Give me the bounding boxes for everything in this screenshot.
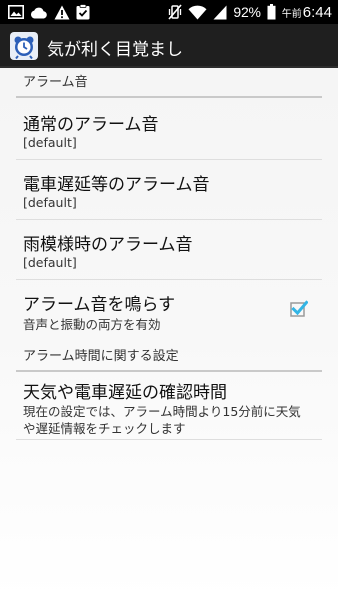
section-header-alarm-time: アラーム時間に関する設定: [16, 342, 322, 372]
pref-title: 通常のアラーム音: [23, 115, 159, 135]
section-header-label: アラーム音: [23, 75, 88, 90]
pref-title: 天気や電車遅延の確認時間: [23, 383, 227, 403]
play-alarm-checkbox[interactable]: [290, 300, 308, 318]
wifi-icon: [188, 5, 207, 20]
battery-level: 92%: [233, 4, 261, 20]
pref-play-alarm-sound[interactable]: アラーム音を鳴らす 音声と振動の両方を有効: [16, 280, 322, 342]
action-bar: 気が利く目覚まし: [0, 24, 338, 68]
battery-icon: [267, 4, 276, 20]
system-indicators: 92% 午前 6:44: [168, 3, 332, 21]
pref-summary: 現在の設定では、アラーム時間より15分前に天気や遅延情報をチェックします: [23, 404, 301, 436]
pref-title: アラーム音を鳴らす: [23, 295, 176, 315]
pref-train-delay-alarm-sound[interactable]: 電車遅延等のアラーム音 [default]: [16, 160, 322, 220]
app-alarm-clock-icon[interactable]: [10, 32, 38, 60]
pref-summary: [default]: [23, 135, 77, 150]
section-header-alarm-sound: アラーム音: [16, 68, 322, 98]
clock: 午前 6:44: [282, 4, 332, 21]
status-bar: 92% 午前 6:44: [0, 0, 338, 24]
clock-ampm: 午前: [281, 8, 302, 20]
pref-rainy-alarm-sound[interactable]: 雨模様時のアラーム音 [default]: [16, 220, 322, 280]
vibrate-off-icon: [168, 4, 182, 20]
pref-summary: [default]: [23, 255, 77, 270]
app-title: 気が利く目覚まし: [47, 40, 183, 60]
warning-icon: [54, 5, 70, 19]
pref-normal-alarm-sound[interactable]: 通常のアラーム音 [default]: [16, 100, 322, 160]
pref-title: 雨模様時のアラーム音: [23, 235, 193, 255]
image-icon: [8, 5, 24, 19]
signal-icon: [213, 5, 227, 19]
pref-check-time[interactable]: 天気や電車遅延の確認時間 現在の設定では、アラーム時間より15分前に天気や遅延情…: [16, 372, 322, 440]
clipboard-check-icon: [76, 4, 90, 20]
pref-summary: 音声と振動の両方を有効: [23, 317, 161, 332]
notification-icons: [8, 4, 90, 20]
pref-summary: [default]: [23, 195, 77, 210]
cloud-icon: [30, 7, 47, 18]
clock-time: 6:44: [302, 3, 332, 21]
pref-title: 電車遅延等のアラーム音: [23, 175, 210, 195]
section-header-label: アラーム時間に関する設定: [23, 349, 179, 364]
